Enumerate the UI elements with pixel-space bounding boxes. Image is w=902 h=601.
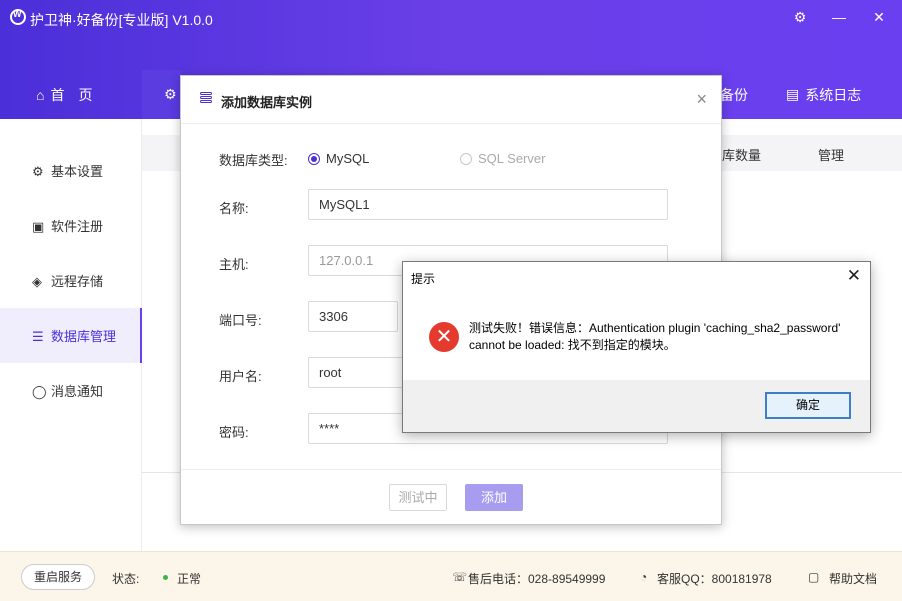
error-message-box: 提示 ✕ ✕ 测试失败！错误信息：Authentication plugin '… [402,261,871,433]
app-title: 护卫神·好备份[专业版] V1.0.0 [30,12,213,28]
sidebar-item-notifications[interactable]: ◯ 消息通知 [0,363,142,418]
name-input[interactable]: MySQL1 [308,189,668,220]
nav-home[interactable]: ⌂ 首 页 [36,70,92,119]
status-bar: 重启服务 状态: 正常 ☏ 售后电话：028-89549999 ◔ 客服QQ：8… [0,551,902,601]
cloud-icon: ◈ [32,274,42,289]
radio-mysql-label: MySQL [326,151,370,166]
settings-icon[interactable]: ⚙ [791,8,809,26]
database-icon: ☰ [32,329,44,344]
host-label: 主机: [219,257,249,272]
radio-sqlserver[interactable]: SQL Server [460,151,545,166]
port-label: 端口号: [219,313,262,328]
sidebar-item-label: 远程存储 [51,274,104,289]
dialog-title: 添加数据库实例 [221,95,313,110]
chat-icon: ◯ [32,384,47,399]
column-db-count: 库数量 [722,148,762,163]
status-value: 正常 [177,572,202,586]
home-icon: ⌂ [36,86,45,103]
database-icon [200,92,212,107]
help-docs-link[interactable]: 帮助文档 [829,570,877,587]
phone-icon: ☏ [452,570,468,584]
nav-system-log[interactable]: ▤ 系统日志 [786,70,861,119]
radio-unchecked-icon [460,152,472,165]
error-message-line2: cannot be loaded: 找不到指定的模块。 [469,338,676,352]
radio-sqlserver-label: SQL Server [478,151,546,166]
app-logo-icon [10,9,26,25]
name-label: 名称: [219,201,249,216]
restart-service-button[interactable]: 重启服务 [21,564,95,590]
log-icon: ▤ [786,86,800,102]
message-box-title: 提示 [411,272,436,286]
sidebar-item-register[interactable]: ▣ 软件注册 [0,198,142,253]
error-icon: ✕ [429,322,459,352]
error-message-line1: 测试失败！错误信息：Authentication plugin 'caching… [469,321,841,335]
sidebar-item-database[interactable]: ☰ 数据库管理 [0,308,142,363]
message-box-close-icon[interactable]: ✕ [847,266,861,286]
title-bar: 护卫神·好备份[专业版] V1.0.0 ⚙ — ✕ [0,0,902,36]
status-dot-icon [163,575,168,580]
support-phone: 售后电话：028-89549999 [468,572,606,586]
sidebar-item-label: 消息通知 [51,384,104,399]
ok-button[interactable]: 确定 [765,392,851,419]
db-type-label: 数据库类型: [219,153,288,168]
nav-backup[interactable]: 备份 [720,70,748,119]
sidebar-item-label: 基本设置 [51,164,104,179]
password-label: 密码: [219,425,249,440]
nav-home-label: 首 页 [50,86,93,103]
register-icon: ▣ [32,219,45,234]
dialog-header: 添加数据库实例 × [181,76,721,124]
test-button[interactable]: 测试中 [389,484,447,511]
dialog-footer-divider [181,469,721,470]
sidebar-item-remote-storage[interactable]: ◈ 远程存储 [0,253,142,308]
dialog-close-icon[interactable]: × [696,89,707,110]
nav-settings[interactable]: ⚙ [142,70,182,119]
settings-nav-icon: ⚙ [164,86,177,102]
help-icon: ▢ [808,570,820,584]
nav-system-log-label: 系统日志 [805,86,862,103]
status-label: 状态: [112,572,140,586]
username-label: 用户名: [219,369,262,384]
error-message: 测试失败！错误信息：Authentication plugin 'caching… [469,320,859,354]
radio-checked-icon [308,152,320,165]
message-box-button-area: 确定 [403,380,870,432]
column-manage: 管理 [818,148,845,163]
qq-icon: ◔ [640,570,648,584]
port-input[interactable]: 3306 [308,301,398,332]
sidebar-item-basic-settings[interactable]: ⚙ 基本设置 [0,143,142,198]
sidebar: ⚙ 基本设置 ▣ 软件注册 ◈ 远程存储 ☰ 数据库管理 ◯ 消息通知 [0,119,142,551]
sidebar-item-label: 数据库管理 [51,329,117,344]
radio-mysql[interactable]: MySQL [308,151,369,166]
nav-backup-label: 备份 [720,86,748,103]
sidebar-item-label: 软件注册 [51,219,104,234]
close-icon[interactable]: ✕ [870,8,888,26]
add-button[interactable]: 添加 [465,484,523,511]
gear-icon: ⚙ [32,164,44,179]
support-qq: 客服QQ：800181978 [657,572,772,586]
minimize-icon[interactable]: — [830,8,848,26]
